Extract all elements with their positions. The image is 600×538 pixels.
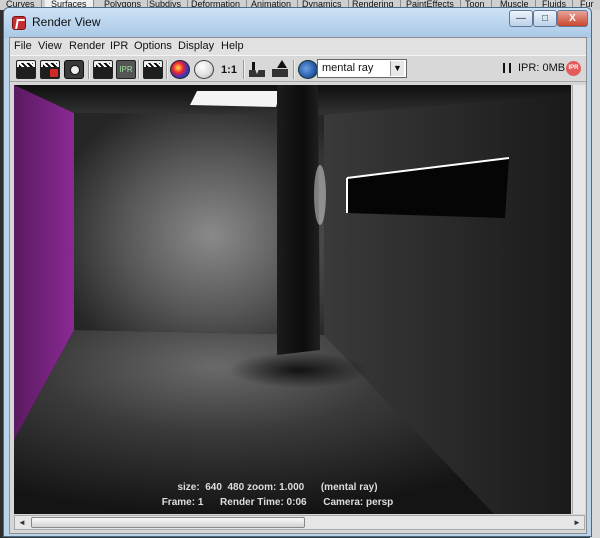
pause-ipr-icon[interactable] bbox=[503, 63, 511, 73]
alpha-channel-icon[interactable] bbox=[194, 60, 214, 79]
ipr-status-icon[interactable]: IPR bbox=[566, 61, 581, 76]
menu-file[interactable]: File bbox=[14, 40, 32, 52]
toolbar-separator bbox=[88, 60, 90, 79]
menu-ipr[interactable]: IPR bbox=[110, 40, 128, 52]
render-settings-icon[interactable] bbox=[143, 60, 163, 79]
rendered-room-image bbox=[14, 85, 571, 514]
maximize-button[interactable]: □ bbox=[533, 10, 557, 27]
title-bar[interactable]: Render View — □ X bbox=[4, 8, 591, 38]
render-size-info: size: 640 480 zoom: 1.000 (mental ray) bbox=[177, 482, 378, 493]
renderer-dropdown[interactable]: mental ray ▼ bbox=[317, 59, 407, 78]
scrollbar-thumb[interactable] bbox=[31, 517, 305, 528]
close-button[interactable]: X bbox=[557, 10, 588, 27]
toolbar-separator bbox=[293, 60, 295, 79]
keep-image-icon[interactable] bbox=[248, 60, 268, 79]
render-view-window: Render View — □ X File View Render IPR O… bbox=[3, 7, 592, 537]
real-size-button[interactable]: 1:1 bbox=[218, 60, 240, 79]
minimize-button[interactable]: — bbox=[509, 10, 533, 27]
scroll-left-icon[interactable]: ◄ bbox=[15, 516, 29, 529]
menu-help[interactable]: Help bbox=[221, 40, 244, 52]
snapshot-camera-icon[interactable] bbox=[64, 60, 84, 79]
render-toolbar: IPR 1:1 mental ray ▼ IPR: 0MB IPR bbox=[10, 55, 586, 82]
refresh-ipr-icon[interactable]: IPR bbox=[116, 60, 136, 79]
maya-app-icon bbox=[12, 16, 26, 30]
render-frame-info: Frame: 1 Render Time: 0:06 Camera: persp bbox=[161, 497, 394, 508]
ipr-memory-readout: IPR: 0MB bbox=[518, 62, 566, 74]
render-image-viewport[interactable]: size: 640 480 zoom: 1.000 (mental ray) F… bbox=[14, 85, 571, 514]
menu-render[interactable]: Render bbox=[69, 40, 105, 52]
redo-render-icon[interactable] bbox=[16, 60, 36, 79]
window-title: Render View bbox=[32, 15, 101, 29]
menu-bar: File View Render IPR Options Display Hel… bbox=[10, 38, 586, 55]
chevron-down-icon[interactable]: ▼ bbox=[390, 61, 404, 76]
scroll-right-icon[interactable]: ► bbox=[570, 516, 584, 529]
menu-options[interactable]: Options bbox=[134, 40, 172, 52]
rgb-channels-icon[interactable] bbox=[170, 60, 190, 79]
camera-attributes-icon[interactable] bbox=[298, 60, 318, 79]
menu-display[interactable]: Display bbox=[178, 40, 214, 52]
toolbar-separator bbox=[243, 60, 245, 79]
window-client-area: File View Render IPR Options Display Hel… bbox=[9, 37, 587, 534]
menu-view[interactable]: View bbox=[38, 40, 62, 52]
vertical-scrollbar[interactable] bbox=[572, 85, 585, 514]
toolbar-separator bbox=[166, 60, 168, 79]
ipr-render-icon[interactable] bbox=[93, 60, 113, 79]
remove-image-icon[interactable] bbox=[270, 60, 290, 79]
render-region-icon[interactable] bbox=[40, 60, 60, 79]
renderer-value: mental ray bbox=[322, 62, 374, 74]
horizontal-scrollbar[interactable]: ◄ ► bbox=[14, 515, 585, 530]
toolbar-separator bbox=[138, 60, 140, 79]
